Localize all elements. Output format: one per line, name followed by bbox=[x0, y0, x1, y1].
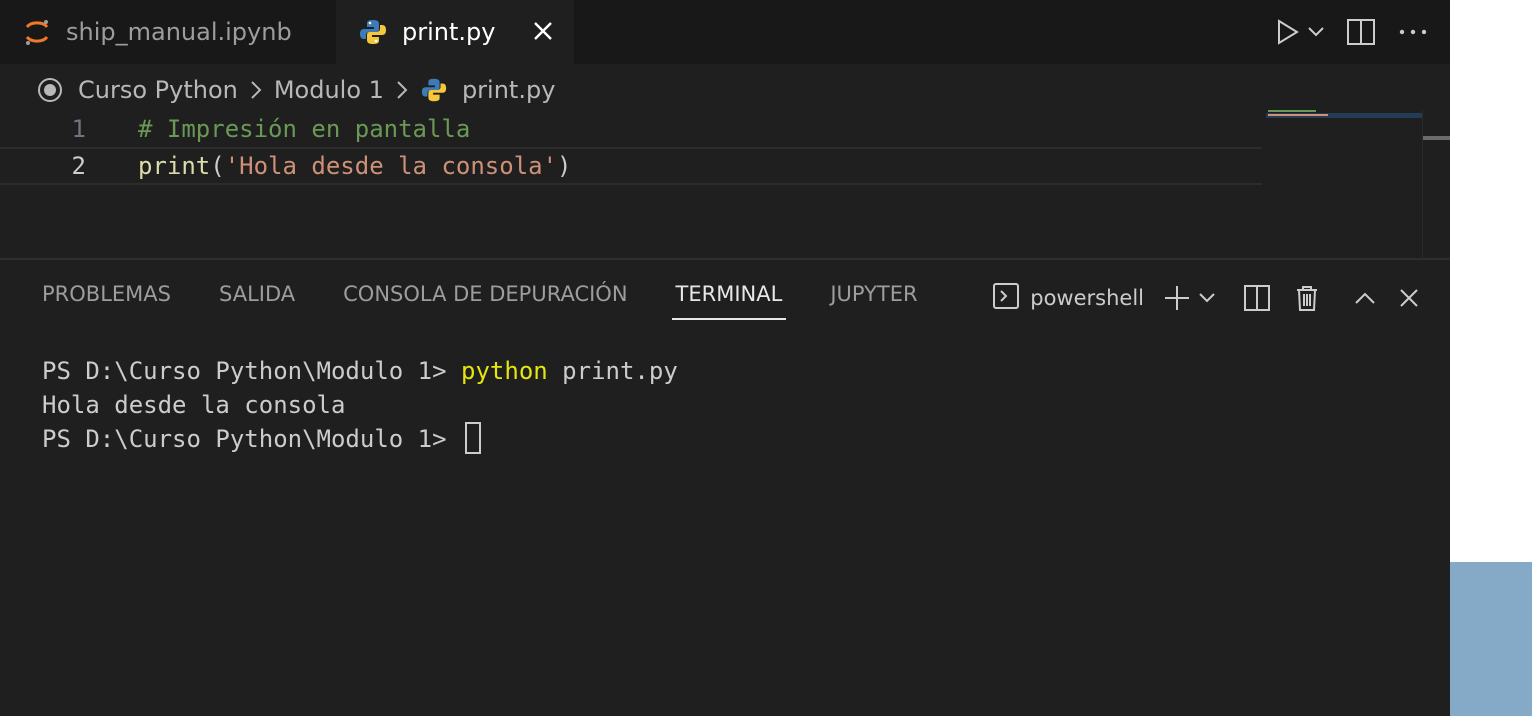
code-paren-close: ) bbox=[557, 152, 572, 180]
editor-tab-bar: ship_manual.ipynb print.py bbox=[0, 0, 1450, 64]
editor-actions bbox=[1270, 12, 1430, 52]
desktop-background bbox=[1450, 0, 1532, 562]
breadcrumb-item-folder[interactable]: Curso Python bbox=[78, 76, 238, 104]
line-number: 2 bbox=[71, 152, 86, 180]
target-icon bbox=[36, 76, 64, 104]
terminal-command: python bbox=[461, 357, 548, 385]
breadcrumb-item-subfolder[interactable]: Modulo 1 bbox=[274, 76, 384, 104]
tab-output[interactable]: SALIDA bbox=[219, 282, 295, 320]
python-icon bbox=[358, 17, 388, 47]
terminal-cursor bbox=[465, 422, 482, 454]
chevron-right-icon bbox=[390, 78, 414, 102]
plus-icon[interactable] bbox=[1162, 280, 1192, 316]
terminal-args: print.py bbox=[547, 357, 678, 385]
tab-problems[interactable]: PROBLEMAS bbox=[42, 282, 171, 320]
tab-debug-console[interactable]: CONSOLA DE DEPURACIÓN bbox=[343, 282, 627, 320]
code-comment: # Impresión en pantalla bbox=[138, 115, 471, 143]
chevron-right-icon bbox=[244, 78, 268, 102]
tab-jupyter[interactable]: JUPYTER bbox=[830, 282, 917, 320]
terminal-output-text: Hola desde la consola bbox=[42, 391, 346, 419]
terminal-name: powershell bbox=[1030, 286, 1144, 310]
editor-scrollbar[interactable] bbox=[1422, 110, 1450, 258]
terminal-line: PS D:\Curso Python\Modulo 1> bbox=[42, 422, 678, 456]
minimap-line bbox=[1268, 110, 1316, 112]
vscode-window: ship_manual.ipynb print.py Curso Python … bbox=[0, 0, 1450, 716]
tab-ship-manual[interactable]: ship_manual.ipynb bbox=[0, 0, 336, 64]
code-line-current[interactable]: 2 print('Hola desde la consola') bbox=[0, 147, 1262, 185]
line-number: 1 bbox=[71, 115, 86, 143]
terminal-icon bbox=[992, 282, 1020, 315]
terminal-prompt: PS D:\Curso Python\Modulo 1> bbox=[42, 357, 462, 385]
tab-terminal[interactable]: TERMINAL bbox=[671, 282, 787, 320]
terminal-line: Hola desde la consola bbox=[42, 388, 678, 422]
close-icon[interactable] bbox=[1392, 280, 1426, 316]
panel-actions: powershell bbox=[992, 280, 1426, 316]
tab-label: ship_manual.ipynb bbox=[66, 18, 292, 46]
code-function: print bbox=[138, 152, 211, 180]
chevron-down-icon[interactable] bbox=[1306, 12, 1326, 52]
run-icon[interactable] bbox=[1270, 12, 1304, 52]
minimap[interactable] bbox=[1266, 110, 1422, 258]
code-editor[interactable]: 1 # Impresión en pantalla 2 print('Hola … bbox=[0, 110, 1450, 258]
breadcrumb: Curso Python Modulo 1 print.py bbox=[36, 70, 555, 110]
tab-label: print.py bbox=[402, 18, 496, 46]
more-actions-icon[interactable] bbox=[1396, 12, 1430, 52]
terminal-line: PS D:\Curso Python\Modulo 1> python prin… bbox=[42, 354, 678, 388]
minimap-line bbox=[1268, 114, 1328, 116]
trash-icon[interactable] bbox=[1290, 280, 1324, 316]
code-paren-open: ( bbox=[210, 152, 225, 180]
panel-tabs: PROBLEMAS SALIDA CONSOLA DE DEPURACIÓN T… bbox=[42, 282, 966, 320]
bottom-panel: PROBLEMAS SALIDA CONSOLA DE DEPURACIÓN T… bbox=[0, 258, 1450, 716]
split-editor-icon[interactable] bbox=[1344, 12, 1378, 52]
close-icon[interactable] bbox=[528, 16, 558, 46]
breadcrumb-item-file[interactable]: print.py bbox=[462, 76, 555, 104]
python-icon bbox=[420, 76, 448, 104]
scrollbar-thumb[interactable] bbox=[1423, 136, 1450, 140]
tab-print-py[interactable]: print.py bbox=[336, 0, 574, 64]
code-string: 'Hola desde la consola' bbox=[224, 152, 558, 180]
chevron-down-icon[interactable] bbox=[1192, 280, 1222, 316]
desktop-background-blue bbox=[1450, 562, 1532, 716]
split-terminal-icon[interactable] bbox=[1240, 280, 1274, 316]
terminal-prompt: PS D:\Curso Python\Modulo 1> bbox=[42, 425, 462, 453]
code-line[interactable]: 1 # Impresión en pantalla bbox=[0, 110, 1262, 148]
chevron-up-icon[interactable] bbox=[1348, 280, 1382, 316]
terminal-output[interactable]: PS D:\Curso Python\Modulo 1> python prin… bbox=[42, 354, 678, 456]
jupyter-icon bbox=[22, 17, 52, 47]
terminal-selector[interactable]: powershell bbox=[992, 280, 1144, 316]
